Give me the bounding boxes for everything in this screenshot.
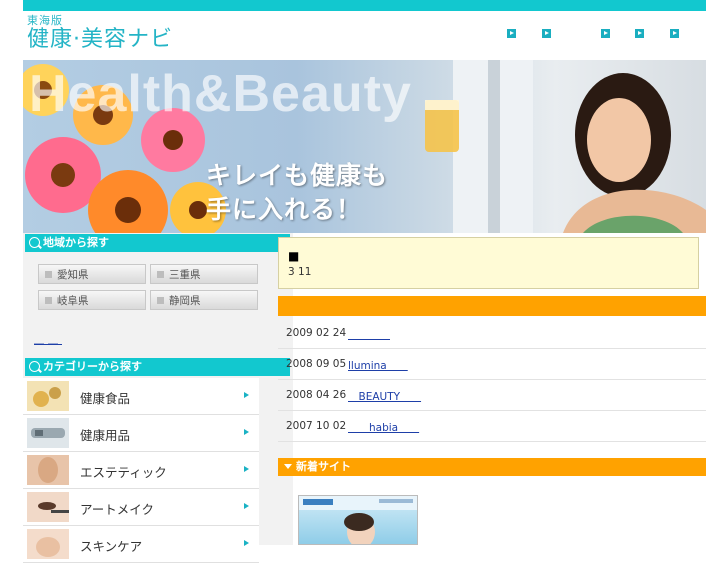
- new-sites-heading-label: 新着サイト: [296, 460, 351, 473]
- new-sites-heading: 新着サイト: [278, 458, 706, 476]
- category-heading-label: カテゴリーから探す: [43, 360, 142, 373]
- magnifier-icon: [29, 361, 40, 372]
- health-food-thumbnail: [27, 381, 69, 411]
- category-esthetic[interactable]: エステティック: [23, 452, 259, 489]
- category-label: 健康食品: [80, 391, 131, 406]
- region-heading: 地域から探す: [25, 234, 290, 252]
- news-date: 2007 10 02: [286, 420, 347, 432]
- top-bar: [23, 0, 706, 11]
- nav-item-3[interactable]: [601, 28, 610, 42]
- category-heading: カテゴリーから探す: [25, 358, 290, 376]
- site-logo[interactable]: 東海版 健康·美容ナビ: [27, 14, 173, 53]
- news-date: 2008 04 26: [286, 389, 347, 401]
- notice-text: 3 11: [288, 266, 312, 278]
- category-art-make[interactable]: アートメイク: [23, 489, 259, 526]
- news-date: 2009 02 24: [286, 327, 347, 339]
- sidebar-small-links[interactable]: ＿＿: [34, 331, 62, 346]
- news-heading-bar: [278, 296, 706, 316]
- category-health-goods[interactable]: 健康用品: [23, 415, 259, 452]
- news-link[interactable]: llumina: [348, 358, 408, 373]
- art-make-thumbnail: [27, 492, 69, 522]
- nav-item-5[interactable]: [670, 28, 679, 42]
- nav-arrow-icon: [670, 29, 679, 38]
- notice-box: ■ 3 11: [278, 237, 699, 289]
- news-item: 2008 09 05 llumina: [278, 348, 706, 380]
- news-link[interactable]: habia: [348, 420, 419, 435]
- category-health-food[interactable]: 健康食品: [23, 378, 259, 415]
- hero-title: Health&Beauty: [29, 65, 412, 123]
- site-title: 健康·美容ナビ: [27, 27, 173, 52]
- triangle-down-icon: [284, 464, 292, 469]
- hero-tagline-1: キレイも健康も: [206, 161, 389, 190]
- hero-banner: Health&Beauty キレイも健康も 手に入れる！: [23, 60, 706, 233]
- nav-item-4[interactable]: [635, 28, 644, 42]
- category-label: スキンケア: [80, 539, 143, 554]
- news-date: 2008 09 05: [286, 358, 347, 370]
- category-label: アートメイク: [80, 502, 155, 517]
- news-item: 2009 02 24: [278, 317, 706, 349]
- chevron-right-icon: [244, 429, 249, 435]
- chevron-right-icon: [244, 392, 249, 398]
- chevron-right-icon: [244, 503, 249, 509]
- new-site-thumbnail[interactable]: [298, 495, 418, 545]
- pref-shizuoka-button[interactable]: 静岡県: [150, 290, 258, 310]
- category-label: 健康用品: [80, 428, 131, 443]
- skin-care-thumbnail: [27, 529, 69, 559]
- pref-aichi-button[interactable]: 愛知県: [38, 264, 146, 284]
- site-screenshot-image: [303, 499, 413, 544]
- news-link[interactable]: [348, 327, 390, 342]
- news-link[interactable]: BEAUTY: [348, 389, 421, 404]
- page: 東海版 健康·美容ナビ Health&Beauty キレイも健康も 手に入れる！…: [23, 0, 706, 563]
- nav-arrow-icon: [601, 29, 610, 38]
- magnifier-icon: [29, 237, 40, 248]
- health-goods-thumbnail: [27, 418, 69, 448]
- nav-arrow-icon: [542, 29, 551, 38]
- nav-item-1[interactable]: [507, 28, 516, 42]
- nav-arrow-icon: [635, 29, 644, 38]
- notice-mark: ■: [288, 249, 300, 263]
- news-item: 2008 04 26 BEAUTY: [278, 379, 706, 411]
- nav-item-2[interactable]: [542, 28, 551, 42]
- nav-arrow-icon: [507, 29, 516, 38]
- pref-gifu-button[interactable]: 岐阜県: [38, 290, 146, 310]
- category-label: エステティック: [80, 465, 167, 480]
- chevron-right-icon: [244, 540, 249, 546]
- news-item: 2007 10 02 habia: [278, 410, 706, 442]
- pref-mie-button[interactable]: 三重県: [150, 264, 258, 284]
- esthetic-thumbnail: [27, 455, 69, 485]
- region-heading-label: 地域から探す: [43, 236, 109, 249]
- hero-tagline-2: 手に入れる！: [206, 195, 363, 224]
- chevron-right-icon: [244, 466, 249, 472]
- edition-label: 東海版: [27, 14, 63, 27]
